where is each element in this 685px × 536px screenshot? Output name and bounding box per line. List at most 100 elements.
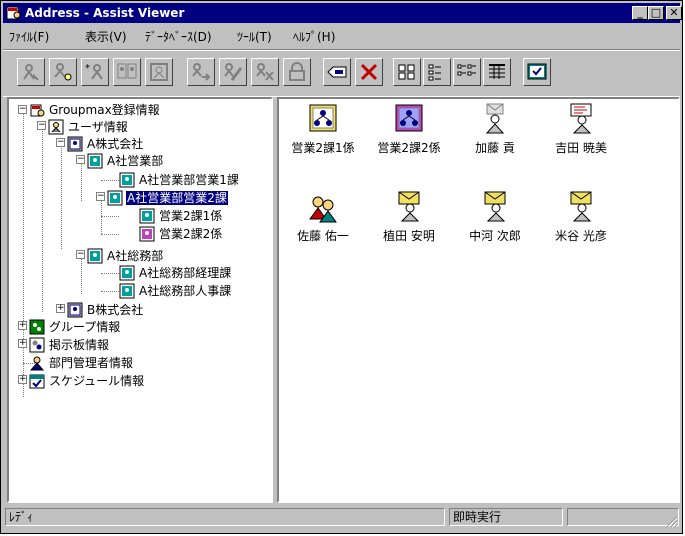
tree-label: スケジュール情報 <box>49 374 145 388</box>
tree-line <box>61 144 62 249</box>
send-mail-button[interactable] <box>323 58 351 86</box>
menu-file[interactable]: ﾌｧｲﾙ(F) <box>9 28 49 45</box>
small-icons-view-button[interactable] <box>423 58 451 86</box>
title-bar[interactable]: Address - Assist Viewer _ □ ✕ <box>3 3 682 23</box>
list-item-label: 営業2課2係 <box>377 141 441 155</box>
menu-tools[interactable]: ﾂｰﾙ(T) <box>237 28 272 45</box>
user-mail-icon <box>484 191 506 222</box>
large-icons-view-button[interactable] <box>393 58 421 86</box>
menu-view[interactable]: 表示(V) <box>85 28 127 45</box>
delete-button[interactable] <box>355 58 383 86</box>
list-item[interactable]: 営業2課1係 <box>280 103 366 159</box>
menu-help[interactable]: ﾍﾙﾌﾟ(H) <box>293 28 335 45</box>
status-bar: ﾚﾃﾞｨ 即時実行 <box>3 506 680 530</box>
execute-button[interactable] <box>523 58 551 86</box>
expand-toggle[interactable]: − <box>76 155 85 164</box>
address-book-button[interactable] <box>145 58 173 86</box>
expand-toggle[interactable]: − <box>18 105 27 114</box>
svg-text:*: * <box>85 63 90 74</box>
tree-label: A社総務部経理課 <box>139 266 232 280</box>
list-item[interactable]: 中河 次郎 <box>452 191 538 247</box>
unit-icon <box>139 208 155 224</box>
tree-pane[interactable]: − − − − − − + + + + Groupmax登録情報 ユーザ情報 A… <box>7 97 273 503</box>
user-red-mail-icon <box>570 103 592 134</box>
expand-toggle[interactable]: − <box>37 121 46 130</box>
section-open-icon <box>107 190 123 206</box>
menu-database[interactable]: ﾃﾞｰﾀﾍﾞｰｽ(D) <box>145 28 212 45</box>
tree-label: A社営業部 <box>107 154 164 168</box>
expand-toggle[interactable]: − <box>96 192 105 201</box>
new-user-icon: * <box>85 63 103 80</box>
org-unit-pink-icon <box>395 104 423 132</box>
tree-line <box>42 127 43 312</box>
status-text: ﾚﾃﾞｨ <box>5 508 445 526</box>
list-view-icon <box>457 64 476 76</box>
lock-icon <box>289 62 305 81</box>
list-item[interactable]: 米谷 光彦 <box>538 191 624 247</box>
minimize-button[interactable]: _ <box>632 6 648 20</box>
bulletin-icon <box>29 337 45 353</box>
tree-line <box>81 161 82 201</box>
delete-user-icon <box>256 63 274 81</box>
list-pane[interactable]: 営業2課1係 営業2課2係 加藤 貢 吉田 暁美 佐藤 佑一 植田 安明 中河 … <box>277 97 680 503</box>
list-item-label: 植田 安明 <box>383 229 435 243</box>
list-item[interactable]: 営業2課2係 <box>366 103 452 159</box>
list-item[interactable]: 加藤 貢 <box>452 103 538 159</box>
group-icon <box>29 319 45 335</box>
database-icon <box>30 104 45 117</box>
new-user-button[interactable]: * <box>81 58 109 86</box>
list-item[interactable]: 吉田 暁美 <box>538 103 624 159</box>
resize-grip-icon[interactable] <box>664 514 678 528</box>
tree-line <box>101 216 119 217</box>
address-book-app-icon <box>6 6 21 20</box>
org-unit-icon <box>309 104 337 132</box>
expand-toggle[interactable]: + <box>18 375 27 384</box>
expand-toggle[interactable]: + <box>18 339 27 348</box>
tree-label: B株式会社 <box>87 303 144 317</box>
maximize-button[interactable]: □ <box>648 6 664 20</box>
expand-toggle[interactable]: + <box>56 304 65 313</box>
status-extra <box>567 508 679 526</box>
move-user-button[interactable] <box>187 58 215 86</box>
tree-label: A社営業部営業2課 <box>126 191 228 205</box>
tree-line <box>81 259 82 294</box>
search-group-icon <box>54 63 72 81</box>
list-item-label: 加藤 貢 <box>475 141 515 155</box>
list-view-button[interactable] <box>453 58 481 86</box>
list-item-label: 営業2課1係 <box>291 141 355 155</box>
app-window: Address - Assist Viewer _ □ ✕ ﾌｧｲﾙ(F) 表示… <box>0 0 683 534</box>
list-item[interactable]: 佐藤 佑一 <box>280 191 366 247</box>
section-icon <box>119 283 135 299</box>
copy-user-button[interactable] <box>113 58 141 86</box>
expand-toggle[interactable]: − <box>76 250 85 259</box>
search-group-button[interactable] <box>49 58 77 86</box>
send-mail-icon <box>327 66 347 78</box>
execute-icon <box>527 63 547 80</box>
tree-line <box>101 273 119 274</box>
window-title: Address - Assist Viewer <box>25 6 185 20</box>
expand-toggle[interactable]: + <box>18 321 27 330</box>
schedule-icon <box>29 374 45 389</box>
tree-label: 掲示板情報 <box>49 338 110 352</box>
tree-label: ユーザ情報 <box>68 120 128 134</box>
lock-button[interactable] <box>283 58 311 86</box>
close-button[interactable]: ✕ <box>666 6 682 20</box>
expand-toggle[interactable]: − <box>56 138 65 147</box>
address-book-icon <box>150 63 168 81</box>
move-user-icon <box>192 63 211 81</box>
user-mail-icon <box>398 191 420 222</box>
tree-label: 部門管理者情報 <box>49 356 134 370</box>
department-icon <box>87 248 103 264</box>
details-view-icon <box>489 64 505 79</box>
tree-label: A社総務部 <box>107 249 164 263</box>
details-view-button[interactable] <box>483 58 511 86</box>
toolbar: * <box>3 49 680 97</box>
search-user-button[interactable] <box>17 58 45 86</box>
section-icon <box>119 172 135 188</box>
tree-label: グループ情報 <box>49 320 121 334</box>
delete-user-button[interactable] <box>251 58 279 86</box>
status-mode: 即時実行 <box>449 508 563 526</box>
small-icons-view-icon <box>428 64 441 81</box>
edit-user-button[interactable] <box>219 58 247 86</box>
list-item[interactable]: 植田 安明 <box>366 191 452 247</box>
